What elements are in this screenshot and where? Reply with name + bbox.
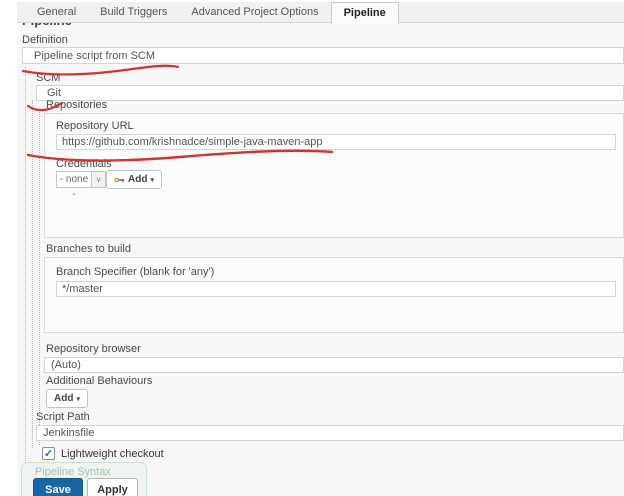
- lightweight-checkout-label: Lightweight checkout: [61, 448, 164, 460]
- additional-behaviours-add-label: Add: [54, 393, 73, 404]
- indent-guide: [25, 67, 26, 463]
- definition-select-value: Pipeline script from SCM: [23, 48, 623, 64]
- tab-general[interactable]: General: [25, 2, 88, 22]
- additional-behaviours-add-button[interactable]: Add ▾: [46, 389, 88, 408]
- jenkins-pipeline-config-page: General Build Triggers Advanced Project …: [0, 0, 624, 496]
- credentials-add-button[interactable]: Add ▾: [106, 170, 162, 189]
- repository-url-label: Repository URL: [56, 120, 134, 132]
- caret-down-icon: ▾: [76, 395, 80, 403]
- script-path-value: Jenkinsfile: [37, 426, 623, 441]
- repositories-section-label: Repositories: [46, 99, 107, 111]
- script-path-input[interactable]: Jenkinsfile: [36, 425, 624, 441]
- save-button[interactable]: Save: [33, 478, 83, 496]
- branch-specifier-input[interactable]: */master: [56, 281, 616, 297]
- credentials-select[interactable]: - none -: [56, 171, 92, 188]
- config-tabbar: General Build Triggers Advanced Project …: [17, 2, 624, 23]
- repository-browser-label: Repository browser: [46, 343, 141, 355]
- additional-behaviours-label: Additional Behaviours: [46, 375, 152, 387]
- credentials-select-chevron-icon[interactable]: ∨: [92, 171, 106, 188]
- credentials-add-label: Add: [128, 174, 147, 185]
- scm-select-value: Git: [37, 86, 623, 101]
- repository-browser-select[interactable]: (Auto): [44, 357, 624, 373]
- repository-url-input[interactable]: https://github.com/krishnadce/simple-jav…: [56, 134, 616, 150]
- definition-label: Definition: [22, 34, 68, 46]
- indent-guide: [39, 112, 40, 445]
- scm-label: SCM: [36, 72, 60, 84]
- lightweight-checkout-checkbox[interactable]: ✓: [42, 447, 55, 460]
- repository-url-value: https://github.com/krishnadce/simple-jav…: [57, 135, 615, 150]
- key-icon: [114, 176, 125, 184]
- branch-specifier-value: */master: [57, 282, 615, 297]
- script-path-label: Script Path: [36, 411, 90, 423]
- tab-pipeline[interactable]: Pipeline: [331, 2, 399, 24]
- tab-build-triggers[interactable]: Build Triggers: [88, 2, 179, 22]
- caret-down-icon: ▾: [150, 176, 154, 184]
- truncated-section-heading: Pipeline: [22, 23, 112, 30]
- indent-guide: [32, 100, 33, 448]
- repository-browser-value: (Auto): [45, 358, 623, 373]
- scm-select[interactable]: Git: [36, 85, 624, 101]
- credentials-label: Credentials: [56, 158, 112, 170]
- pipeline-syntax-link[interactable]: Pipeline Syntax: [35, 466, 111, 478]
- branches-section-label: Branches to build: [46, 243, 131, 255]
- definition-select[interactable]: Pipeline script from SCM: [22, 47, 624, 64]
- apply-button[interactable]: Apply: [87, 478, 138, 496]
- branch-specifier-label: Branch Specifier (blank for 'any'): [56, 266, 214, 278]
- tab-advanced-project-options[interactable]: Advanced Project Options: [179, 2, 330, 22]
